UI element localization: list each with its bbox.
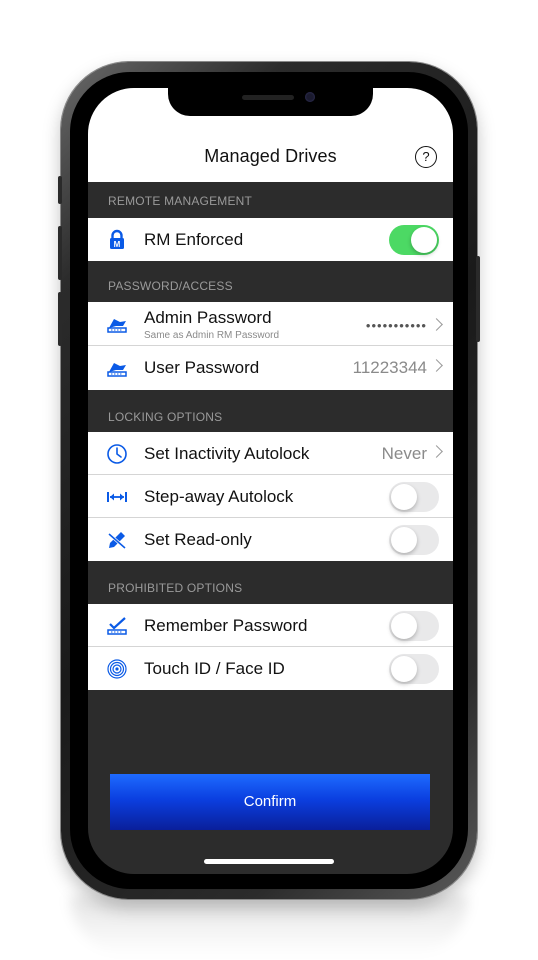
speaker xyxy=(242,95,294,100)
row-user-password[interactable]: User Password 11223344 xyxy=(88,346,453,390)
touch-face-id-toggle[interactable] xyxy=(389,654,439,684)
chevron-right-icon xyxy=(430,359,443,372)
section-title: LOCKING OPTIONS xyxy=(108,410,223,424)
pencil-slash-icon xyxy=(106,529,128,551)
fingerprint-icon xyxy=(106,658,128,680)
phone-volume-up xyxy=(58,226,62,280)
row-label: Set Inactivity Autolock xyxy=(144,444,310,463)
section-header-locking-options: LOCKING OPTIONS xyxy=(88,390,453,432)
remember-password-toggle[interactable] xyxy=(389,611,439,641)
help-button[interactable]: ? xyxy=(415,146,437,168)
phone-screen: Managed Drives ? REMOTE MANAGEMENT M RM … xyxy=(88,88,453,874)
read-only-toggle[interactable] xyxy=(389,525,439,555)
chevron-right-icon xyxy=(430,445,443,458)
admin-password-value: ••••••••••• xyxy=(365,318,427,333)
row-admin-password[interactable]: Admin Password Same as Admin RM Password… xyxy=(88,302,453,346)
section-header-password-access: PASSWORD/ACCESS xyxy=(88,261,453,301)
toggle-knob xyxy=(391,527,417,553)
row-stepaway-autolock: Step-away Autolock xyxy=(88,475,453,518)
row-sublabel: Same as Admin RM Password xyxy=(144,330,280,341)
row-label: Admin Password xyxy=(144,308,272,327)
front-camera xyxy=(305,92,315,102)
phone-reflection xyxy=(70,896,468,956)
drive-key-icon xyxy=(106,313,128,335)
row-remember-password: Remember Password xyxy=(88,604,453,647)
phone-side-button xyxy=(58,176,62,204)
rm-enforced-toggle[interactable] xyxy=(389,225,439,255)
svg-text:M: M xyxy=(114,240,121,249)
clock-icon xyxy=(106,443,128,465)
user-password-value: 11223344 xyxy=(352,358,427,377)
section-title: PASSWORD/ACCESS xyxy=(108,279,233,293)
page-title: Managed Drives xyxy=(204,146,337,166)
row-label: RM Enforced xyxy=(144,230,244,249)
row-label: Step-away Autolock xyxy=(144,487,294,506)
row-label: Touch ID / Face ID xyxy=(144,659,285,678)
confirm-button[interactable]: Confirm xyxy=(110,774,430,830)
toggle-knob xyxy=(391,484,417,510)
drive-key-icon xyxy=(106,357,128,379)
row-label: Remember Password xyxy=(144,616,308,635)
row-read-only: Set Read-only xyxy=(88,518,453,561)
phone-power-button xyxy=(476,256,480,342)
row-touch-face-id: Touch ID / Face ID xyxy=(88,647,453,690)
row-rm-enforced: M RM Enforced xyxy=(88,218,453,261)
section-header-prohibited-options: PROHIBITED OPTIONS xyxy=(88,561,453,603)
row-inactivity-autolock[interactable]: Set Inactivity Autolock Never xyxy=(88,432,453,475)
toggle-knob xyxy=(391,613,417,639)
arrows-horizontal-icon xyxy=(106,486,128,508)
section-header-remote-management: REMOTE MANAGEMENT xyxy=(88,182,453,216)
section-title: PROHIBITED OPTIONS xyxy=(108,581,243,595)
stepaway-autolock-toggle[interactable] xyxy=(389,482,439,512)
home-indicator[interactable] xyxy=(204,859,334,864)
toggle-knob xyxy=(391,656,417,682)
section-title: REMOTE MANAGEMENT xyxy=(108,194,253,208)
row-label: Set Read-only xyxy=(144,530,252,549)
toggle-knob xyxy=(411,227,437,253)
row-label: User Password xyxy=(144,358,260,377)
notch xyxy=(168,88,373,116)
inactivity-autolock-value: Never xyxy=(381,444,427,463)
drive-check-icon xyxy=(106,615,128,637)
phone-volume-down xyxy=(58,292,62,346)
chevron-right-icon xyxy=(430,318,443,331)
lock-icon: M xyxy=(106,229,128,251)
